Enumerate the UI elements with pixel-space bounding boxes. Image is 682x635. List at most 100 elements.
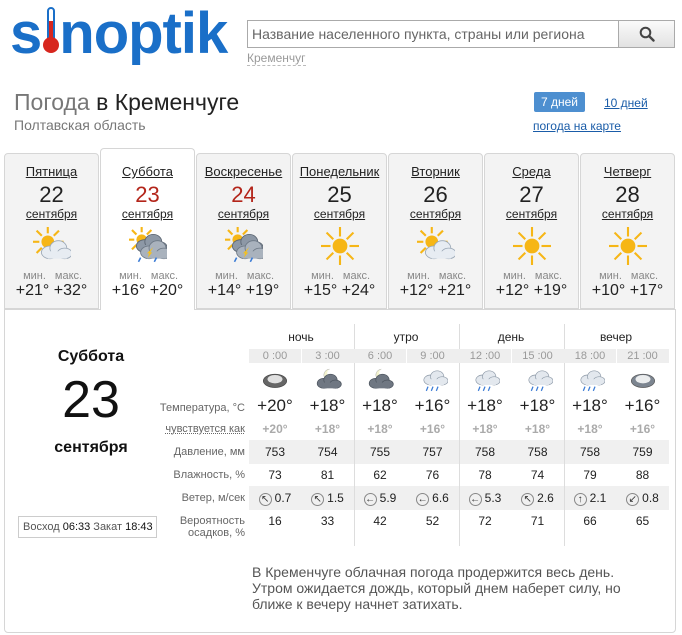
hour-label: 15 :00 bbox=[511, 349, 564, 363]
hour-label: 6 :00 bbox=[354, 349, 406, 363]
min-max-labels: мин. макс. bbox=[119, 270, 179, 282]
day-name[interactable]: Суббота bbox=[101, 164, 194, 179]
humidity-cell: 79 bbox=[583, 468, 597, 482]
pressure-cell: 757 bbox=[422, 445, 443, 459]
pressure-cell: 754 bbox=[317, 445, 338, 459]
feels-label[interactable]: чувствуется как bbox=[145, 423, 245, 435]
cloud-rain-icon bbox=[459, 365, 511, 400]
min-max-labels: мин. макс. bbox=[215, 270, 275, 282]
day-tab-5[interactable]: Среда 27 сентября мин. макс. +12° +19° bbox=[484, 153, 579, 309]
day-tab-6[interactable]: Четверг 28 сентября мин. макс. +10° +17° bbox=[580, 153, 675, 309]
day-month: сентября bbox=[505, 207, 558, 221]
temp-cell: +16° bbox=[624, 396, 661, 415]
search-box bbox=[247, 20, 675, 48]
max-temp: +24° bbox=[341, 282, 376, 299]
precip-label: Вероятность осадков, % bbox=[179, 515, 245, 539]
day-name[interactable]: Воскресенье bbox=[197, 164, 290, 179]
night-cloudy-icon bbox=[249, 365, 301, 400]
search-hint[interactable]: Кременчуг bbox=[247, 51, 306, 66]
day-date: 24 bbox=[231, 182, 256, 207]
precip-cell: 65 bbox=[635, 514, 650, 528]
feels-cell: +18° bbox=[577, 422, 603, 436]
humidity-cell: 76 bbox=[425, 468, 440, 482]
min-max-labels: мин. макс. bbox=[599, 270, 659, 282]
wind-cell: ↖ 2.6 bbox=[512, 491, 564, 506]
min-max-temps: +12° +19° bbox=[485, 282, 578, 300]
min-temp: +12° bbox=[399, 282, 434, 299]
night-partly-cloudy-icon bbox=[354, 365, 406, 400]
hour-label: 18 :00 bbox=[564, 349, 616, 363]
feels-cell: +20° bbox=[262, 422, 288, 436]
weather-map-link[interactable]: погода на карте bbox=[533, 119, 621, 133]
wind-direction-icon: ← bbox=[416, 493, 430, 506]
feels-cell: +16° bbox=[629, 422, 656, 436]
partly-cloudy-icon bbox=[5, 225, 98, 270]
partly-cloudy-icon bbox=[389, 225, 482, 270]
detail-date: 23 bbox=[62, 371, 120, 429]
humidity-cell: 78 bbox=[478, 468, 492, 482]
min-max-temps: +21° +32° bbox=[5, 282, 98, 300]
day-name[interactable]: Понедельник bbox=[293, 164, 386, 179]
cloud-rain-icon bbox=[407, 365, 459, 400]
temp-cell: +18° bbox=[309, 396, 346, 415]
min-max-labels: мин. макс. bbox=[23, 270, 83, 282]
pressure-cell: 759 bbox=[632, 445, 653, 459]
night-partly-cloudy-icon bbox=[302, 365, 354, 400]
temp-cell: +18° bbox=[362, 396, 398, 415]
min-temp: +16° bbox=[111, 282, 146, 299]
day-tabs: Пятница 22 сентября мин. макс. +21° +32° Суббо… bbox=[4, 148, 676, 310]
thunderstorm-icon bbox=[101, 225, 194, 270]
tab-7-days[interactable]: 7 дней bbox=[534, 92, 586, 112]
day-tab-3[interactable]: Понедельник 25 сентября мин. макс. +15° +24° bbox=[292, 153, 387, 309]
min-max-temps: +10° +17° bbox=[581, 282, 674, 300]
day-name[interactable]: Среда bbox=[485, 164, 578, 179]
max-temp: +21° bbox=[437, 282, 472, 299]
day-tab-1[interactable]: Суббота 23 сентября мин. макс. +16° +20° bbox=[100, 148, 195, 310]
detail-day-name: Суббота bbox=[57, 348, 125, 365]
day-tab-0[interactable]: Пятница 22 сентября мин. макс. +21° +32° bbox=[4, 153, 99, 309]
wind-direction-icon: ↖ bbox=[258, 493, 272, 506]
min-max-temps: +15° +24° bbox=[293, 282, 386, 300]
feels-cell: +18° bbox=[367, 422, 393, 436]
sinoptik-logo[interactable]: s noptik bbox=[10, 4, 228, 64]
day-name[interactable]: Четверг bbox=[581, 164, 674, 179]
period-label: день bbox=[497, 330, 525, 344]
region-label: Полтавская область bbox=[14, 117, 146, 133]
day-name[interactable]: Пятница bbox=[5, 164, 98, 179]
precip-cell: 42 bbox=[373, 514, 387, 528]
thunderstorm-icon bbox=[197, 225, 290, 270]
temp-cell: +18° bbox=[519, 396, 556, 415]
min-max-labels: мин. макс. bbox=[311, 270, 371, 282]
min-temp: +10° bbox=[591, 282, 626, 299]
min-max-temps: +12° +21° bbox=[389, 282, 482, 300]
cloud-rain-icon bbox=[564, 365, 616, 400]
wind-cell: ← 6.6 bbox=[416, 491, 449, 506]
feels-cell: +18° bbox=[524, 422, 551, 436]
day-tab-4[interactable]: Вторник 26 сентября мин. макс. +12° +21° bbox=[388, 153, 483, 309]
day-tab-2[interactable]: Воскресенье 24 сентября мин. макс. +14° +19° bbox=[196, 153, 291, 309]
tab-10-days[interactable]: 10 дней bbox=[604, 96, 648, 110]
day-detail-panel: Суббота 23 сентября Восход 06:33 Закат 1… bbox=[4, 309, 676, 633]
day-month: сентября bbox=[25, 207, 78, 221]
sun-icon bbox=[293, 227, 386, 270]
day-date: 27 bbox=[519, 182, 544, 207]
min-max-temps: +16° +20° bbox=[101, 282, 194, 300]
wind-cell: ↖ 0.7 bbox=[249, 491, 301, 506]
search-input[interactable] bbox=[248, 21, 618, 47]
humidity-cell: 81 bbox=[320, 468, 335, 482]
search-button[interactable] bbox=[618, 21, 674, 47]
min-temp: +12° bbox=[495, 282, 530, 299]
wind-cell: ↑ 2.1 bbox=[564, 491, 616, 506]
temp-label: Температура, °C bbox=[159, 402, 245, 414]
day-name[interactable]: Вторник bbox=[389, 164, 482, 179]
min-temp: +15° bbox=[303, 282, 338, 299]
hour-label: 21 :00 bbox=[616, 349, 669, 363]
max-temp: +17° bbox=[629, 282, 664, 299]
day-date: 23 bbox=[135, 182, 160, 207]
hour-label: 12 :00 bbox=[459, 349, 511, 363]
hour-label: 3 :00 bbox=[301, 349, 354, 363]
sunrise-sunset: Восход 06:33 Закат 18:43 bbox=[18, 516, 157, 538]
temp-cell: +18° bbox=[467, 396, 503, 415]
day-month: сентября bbox=[217, 207, 270, 221]
wind-direction-icon: ↑ bbox=[573, 493, 587, 506]
